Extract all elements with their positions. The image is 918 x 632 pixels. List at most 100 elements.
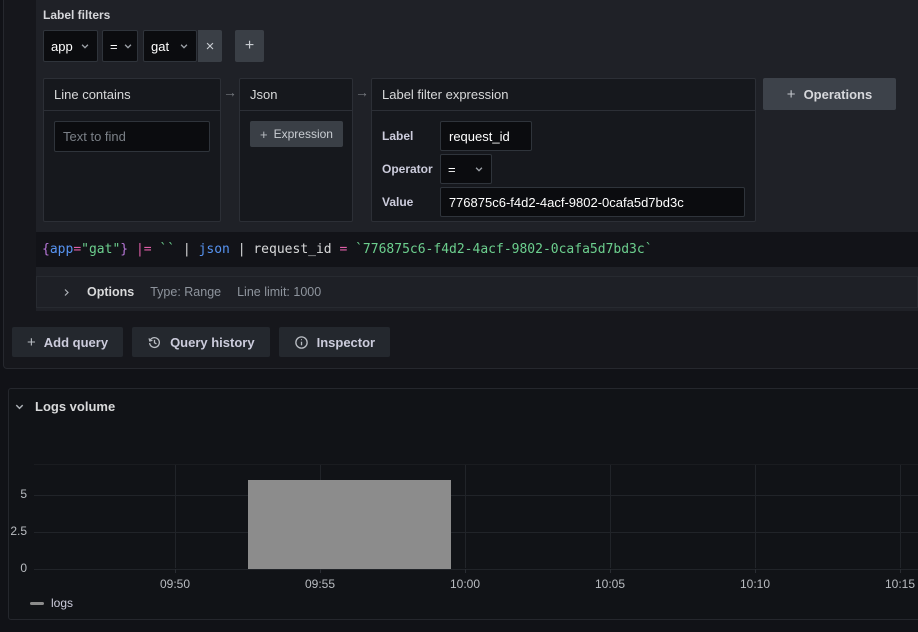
- plus-icon: +: [27, 334, 36, 351]
- line-contains-title: Line contains: [44, 79, 220, 111]
- query-token: |: [175, 242, 198, 257]
- x-axis-tick: [900, 569, 901, 573]
- inspector-button[interactable]: Inspector: [279, 327, 391, 357]
- v-gridline: [175, 465, 176, 568]
- label-filter-value-select[interactable]: gat: [143, 30, 197, 62]
- value-field-label: Value: [382, 195, 440, 209]
- line-contains-input[interactable]: [54, 121, 210, 152]
- x-axis-tick: [755, 569, 756, 573]
- x-axis-tick-label: 10:15: [870, 577, 918, 591]
- label-filter-expression-title: Label filter expression: [372, 79, 755, 111]
- operator-field-value: =: [448, 162, 456, 177]
- h-gridline: [34, 532, 918, 533]
- options-collapse-row[interactable]: Options Type: Range Line limit: 1000: [36, 276, 918, 308]
- add-label-filter-button[interactable]: +: [235, 30, 264, 62]
- query-toolbar: + Add query Query history Inspec: [12, 327, 390, 357]
- query-token: =: [73, 242, 81, 257]
- label-filter-label-value: app: [51, 39, 73, 54]
- remove-label-filter-button[interactable]: ×: [198, 30, 222, 62]
- operator-field-label: Operator: [382, 162, 440, 176]
- h-gridline: [34, 569, 918, 570]
- line-contains-card: Line contains: [43, 78, 221, 222]
- json-card: Json + Expression: [239, 78, 353, 222]
- query-history-label: Query history: [170, 335, 255, 350]
- x-axis-tick-label: 09:55: [290, 577, 350, 591]
- query-token: [128, 242, 136, 257]
- v-gridline: [900, 465, 901, 568]
- logs-legend-item[interactable]: logs: [30, 596, 73, 610]
- label-field-input[interactable]: [440, 121, 532, 151]
- close-icon: ×: [206, 38, 215, 55]
- add-expression-button[interactable]: + Expression: [250, 121, 343, 147]
- label-filter-label-select[interactable]: app: [43, 30, 98, 62]
- x-axis-tick-label: 10:05: [580, 577, 640, 591]
- options-type: Type: Range: [150, 285, 221, 299]
- operations-button-label: Operations: [804, 87, 873, 102]
- chevron-down-icon: [123, 41, 133, 51]
- x-axis-tick: [175, 569, 176, 573]
- json-title: Json: [240, 79, 352, 111]
- label-filters-row: app = gat × +: [43, 30, 264, 62]
- label-filter-operator-select[interactable]: =: [102, 30, 138, 62]
- chevron-right-icon: [62, 287, 71, 298]
- y-axis-tick-label: 2.5: [0, 524, 27, 538]
- explore-view: Label filters app = gat × + Line: [0, 0, 918, 632]
- legend-series-swatch: [30, 602, 44, 605]
- label-filters-title: Label filters: [43, 8, 110, 22]
- operator-field-select[interactable]: =: [440, 154, 492, 184]
- query-token: `776875c6-f4d2-4acf-9802-0cafa5d7bd3c`: [355, 242, 652, 257]
- x-axis-tick-label: 10:10: [725, 577, 785, 591]
- plus-icon: +: [245, 37, 254, 55]
- logs-volume-chart[interactable]: [34, 464, 918, 568]
- query-token: ``: [159, 242, 175, 257]
- query-history-button[interactable]: Query history: [132, 327, 270, 357]
- logs-volume-title: Logs volume: [35, 399, 115, 414]
- x-axis-tick: [320, 569, 321, 573]
- chevron-down-icon: [80, 41, 90, 51]
- plus-icon: +: [787, 86, 796, 103]
- y-axis-tick-label: 5: [0, 487, 27, 501]
- operations-button[interactable]: + Operations: [763, 78, 896, 110]
- query-token: |: [230, 242, 253, 257]
- v-gridline: [610, 465, 611, 568]
- label-field-label: Label: [382, 129, 440, 143]
- query-preview[interactable]: {app="gat"} |= `` | json | request_id = …: [36, 232, 918, 267]
- query-token: request_id: [253, 242, 339, 257]
- query-preview-code: {app="gat"} |= `` | json | request_id = …: [42, 242, 653, 257]
- arrow-right-icon: →: [222, 84, 238, 100]
- chevron-down-icon: [474, 164, 484, 174]
- logs-volume-header[interactable]: Logs volume: [14, 399, 115, 414]
- v-gridline: [465, 465, 466, 568]
- options-label: Options: [87, 285, 134, 299]
- add-query-label: Add query: [44, 335, 108, 350]
- value-field-input[interactable]: [440, 187, 745, 217]
- query-token: app: [50, 242, 73, 257]
- x-axis-tick-label: 09:50: [145, 577, 205, 591]
- info-icon: [294, 335, 309, 350]
- chevron-down-icon: [179, 41, 189, 51]
- query-token: |=: [136, 242, 152, 257]
- query-token: }: [120, 242, 128, 257]
- query-token: "gat": [81, 242, 120, 257]
- y-axis-tick-label: 0: [0, 561, 27, 575]
- x-axis-tick: [610, 569, 611, 573]
- label-filter-operator-value: =: [110, 39, 118, 54]
- history-icon: [147, 335, 162, 350]
- x-axis-tick: [465, 569, 466, 573]
- expression-button-label: Expression: [274, 127, 333, 141]
- inspector-label: Inspector: [317, 335, 376, 350]
- logs-volume-bar[interactable]: [248, 480, 451, 569]
- arrow-right-icon: →: [354, 84, 370, 100]
- options-line-limit: Line limit: 1000: [237, 285, 321, 299]
- x-axis-tick-label: 10:00: [435, 577, 495, 591]
- label-filter-value-value: gat: [151, 39, 169, 54]
- plus-icon: +: [260, 127, 268, 142]
- label-filter-expression-card: Label filter expression Label Operator =…: [371, 78, 756, 222]
- query-token: {: [42, 242, 50, 257]
- query-token: json: [199, 242, 230, 257]
- add-query-button[interactable]: + Add query: [12, 327, 123, 357]
- chevron-down-icon: [14, 401, 25, 412]
- query-token: [347, 242, 355, 257]
- h-gridline: [34, 495, 918, 496]
- v-gridline: [755, 465, 756, 568]
